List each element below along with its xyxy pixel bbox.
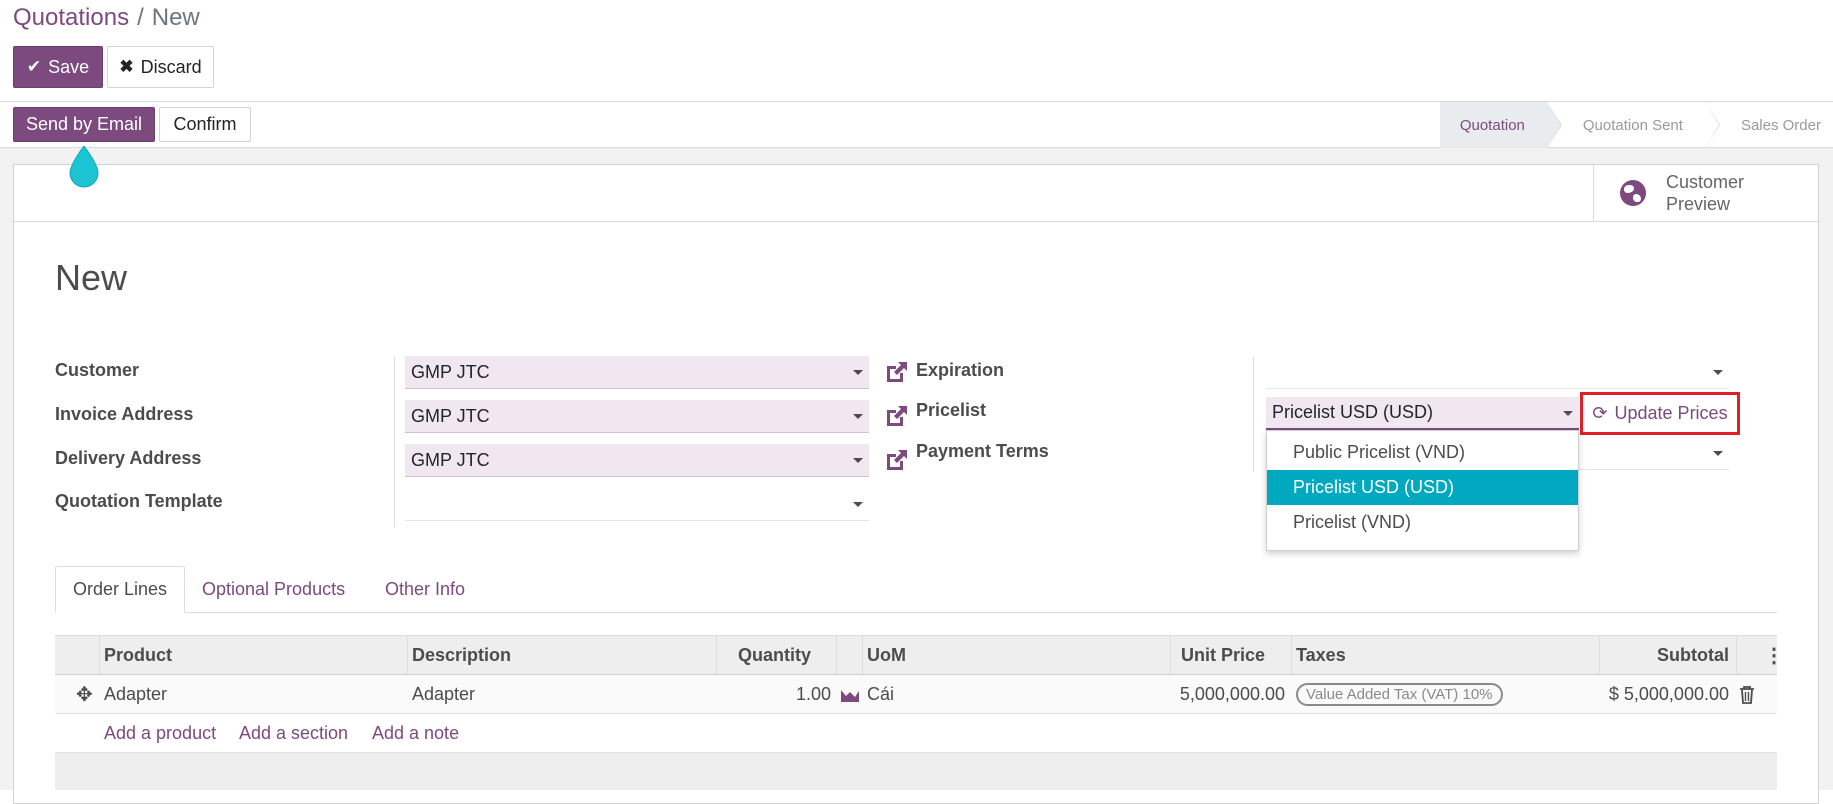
field-separator [1253,357,1254,472]
add-section-link[interactable]: Add a section [239,714,348,753]
customer-field[interactable]: GMP JTC [405,356,869,389]
cell-description[interactable]: Adapter [407,675,715,714]
invoice-address-field[interactable]: GMP JTC [405,400,869,433]
record-title: New [55,257,128,298]
cursor-drop-icon [69,146,99,188]
status-step-label: Quotation Sent [1582,116,1683,134]
customer-preview-button[interactable]: Customer Preview [1593,165,1818,221]
pricelist-option[interactable]: Pricelist (VND) [1267,505,1578,540]
column-header-product[interactable]: Product [99,635,406,675]
customer-label: Customer [55,360,140,380]
check-icon: ✔ [26,57,42,76]
status-steps: Quotation Quotation Sent Sales Order [1439,102,1833,148]
pricelist-value: Pricelist USD (USD) [1272,402,1434,422]
expiration-field[interactable] [1266,356,1729,389]
button-box-divider [14,221,1818,222]
customer-preview-line1: Customer [1666,172,1745,192]
forecast-chart-icon[interactable] [840,687,860,703]
quotation-template-field[interactable] [405,488,869,521]
payment-terms-field[interactable] [1579,437,1729,470]
breadcrumb-quotations-link[interactable]: Quotations [13,4,129,31]
chevron-down-icon[interactable] [1713,370,1723,375]
customer-preview-line2: Preview [1666,194,1731,214]
quotation-template-label: Quotation Template [55,491,223,511]
payment-terms-label: Payment Terms [916,441,1049,461]
cell-taxes[interactable]: Value Added Tax (VAT) 10% [1291,675,1599,714]
delivery-address-value: GMP JTC [411,449,490,470]
cell-subtotal: $ 5,000,000.00 [1608,684,1729,704]
column-options-icon[interactable]: ⋮ [1759,635,1784,675]
customer-preview-label: Customer Preview [1666,171,1756,215]
chevron-down-icon[interactable] [853,370,863,375]
cell-product[interactable]: Adapter [99,675,406,714]
breadcrumb-separator: / [137,4,144,31]
external-link-icon[interactable] [884,403,910,429]
column-header-unit-price[interactable]: Unit Price [1170,635,1270,675]
chevron-down-icon[interactable] [853,414,863,419]
add-note-link[interactable]: Add a note [372,714,459,753]
column-header-uom[interactable]: UoM [862,635,1170,675]
chevron-down-icon[interactable] [853,502,863,507]
save-button[interactable]: ✔ Save [13,46,103,88]
status-step-quotation[interactable]: Quotation [1439,102,1562,148]
status-step-sales-order[interactable]: Sales Order [1705,102,1833,148]
chevron-down-icon[interactable] [1713,451,1723,456]
field-separator [394,357,395,527]
tax-tag: Value Added Tax (VAT) 10% [1296,683,1503,706]
chevron-down-icon[interactable] [853,458,863,463]
discard-button-label: Discard [140,56,202,77]
invoice-address-value: GMP JTC [411,405,490,426]
send-by-email-button[interactable]: Send by Email [13,107,155,142]
cell-unit-price[interactable]: 5,000,000.00 [1170,675,1290,714]
tab-optional-products[interactable]: Optional Products [185,566,362,613]
cell-quantity[interactable]: 1.00 [716,675,836,714]
tab-label: Optional Products [202,579,346,599]
save-button-label: Save [48,56,90,77]
pricelist-label: Pricelist [916,400,987,420]
delivery-address-label: Delivery Address [55,448,202,468]
status-step-label: Sales Order [1740,116,1821,134]
add-product-link[interactable]: Add a product [104,714,216,753]
expiration-label: Expiration [916,360,1005,380]
table-footer [55,753,1777,790]
customer-value: GMP JTC [411,361,490,382]
status-step-label: Quotation [1459,116,1525,134]
pricelist-option-selected[interactable]: Pricelist USD (USD) [1267,470,1578,505]
status-step-quotation-sent[interactable]: Quotation Sent [1547,102,1720,148]
column-header-description[interactable]: Description [407,635,715,675]
update-prices-button[interactable]: ⟳ Update Prices [1580,392,1740,435]
drag-handle-icon[interactable]: ✥ [71,675,98,714]
confirm-button-label: Confirm [173,114,237,134]
discard-button[interactable]: ✖ Discard [107,46,214,88]
column-header-taxes[interactable]: Taxes [1291,635,1599,675]
trash-icon[interactable] [1739,686,1755,704]
tab-label: Order Lines [73,579,168,599]
pricelist-option[interactable]: Public Pricelist (VND) [1267,435,1578,470]
breadcrumb-current: New [151,4,200,31]
send-by-email-label: Send by Email [25,114,143,134]
tab-label: Other Info [385,579,466,599]
cell-uom[interactable]: Cái [862,675,1170,714]
pricelist-dropdown: Public Pricelist (VND) Pricelist USD (US… [1266,430,1579,551]
column-header-subtotal[interactable]: Subtotal [1599,635,1734,675]
column-header-quantity[interactable]: Quantity [716,635,816,675]
refresh-icon: ⟳ [1592,403,1608,423]
globe-icon [1620,180,1646,206]
delivery-address-field[interactable]: GMP JTC [405,444,869,477]
tab-other-info[interactable]: Other Info [368,566,482,613]
close-icon: ✖ [119,57,134,76]
breadcrumb: Quotations / New [13,4,200,32]
invoice-address-label: Invoice Address [55,404,194,424]
update-prices-label: Update Prices [1614,403,1728,423]
external-link-icon[interactable] [884,359,910,385]
confirm-button[interactable]: Confirm [159,107,251,142]
external-link-icon[interactable] [884,447,910,473]
chevron-down-icon[interactable] [1563,411,1573,416]
pricelist-field[interactable]: Pricelist USD (USD) [1266,397,1579,430]
tab-order-lines[interactable]: Order Lines [55,566,186,613]
